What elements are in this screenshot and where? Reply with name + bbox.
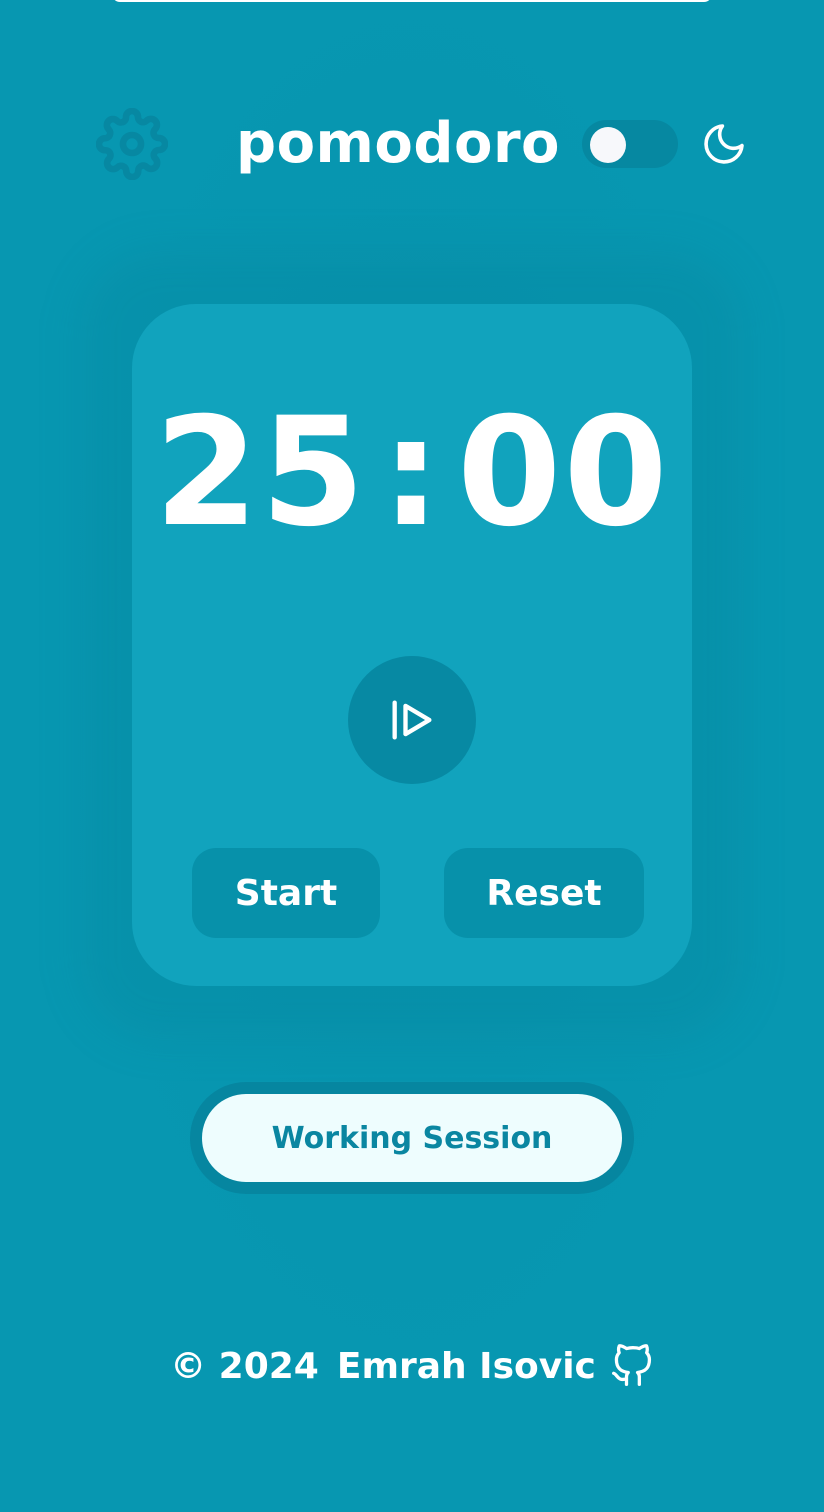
footer-author: Emrah Isovic bbox=[336, 1345, 596, 1387]
theme-toggle[interactable] bbox=[582, 120, 678, 168]
app-title: pomodoro bbox=[236, 111, 561, 176]
session-mode-button[interactable]: Working Session bbox=[202, 1094, 622, 1182]
timer-minutes: 25 bbox=[154, 386, 367, 560]
moon-icon bbox=[704, 124, 744, 164]
reset-button[interactable]: Reset bbox=[444, 848, 644, 938]
timer-separator: : bbox=[381, 386, 443, 560]
header: pomodoro bbox=[0, 96, 824, 196]
footer-copyright: © 2024 bbox=[170, 1345, 319, 1387]
session-selector: Working Session bbox=[190, 1082, 634, 1194]
toggle-knob bbox=[590, 127, 626, 163]
app-page: pomodoro 25:00 Start Reset Working Sessi… bbox=[0, 0, 824, 1512]
footer: © 2024 Emrah Isovic bbox=[0, 1336, 824, 1396]
start-button[interactable]: Start bbox=[192, 848, 380, 938]
play-pause-icon bbox=[392, 700, 432, 740]
github-icon[interactable] bbox=[610, 1344, 654, 1388]
top-edge-bar bbox=[112, 0, 712, 2]
gear-icon bbox=[96, 108, 168, 180]
timer-seconds: 00 bbox=[457, 386, 670, 560]
timer-card: 25:00 Start Reset bbox=[132, 304, 692, 986]
play-pause-button[interactable] bbox=[348, 656, 476, 784]
timer-display: 25:00 bbox=[132, 388, 692, 558]
settings-button[interactable] bbox=[96, 108, 168, 180]
